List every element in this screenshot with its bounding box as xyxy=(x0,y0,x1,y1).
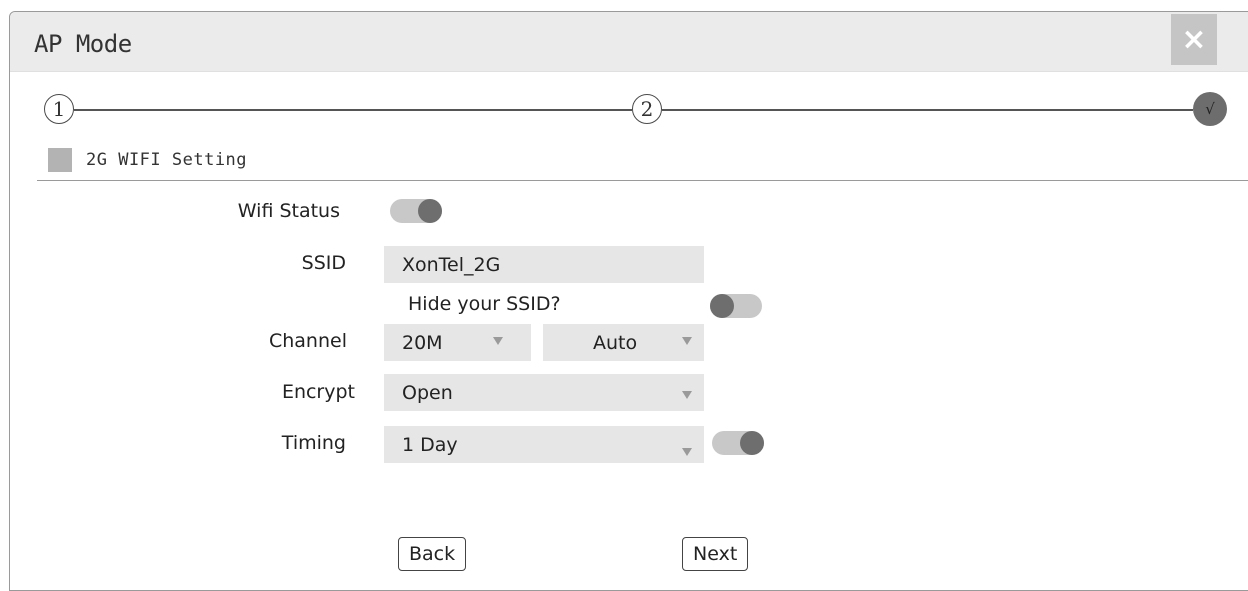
ssid-input[interactable] xyxy=(402,253,704,276)
next-button[interactable]: Next xyxy=(682,537,749,571)
ap-mode-dialog: AP Mode × xyxy=(9,11,1248,591)
section-title: 2G WIFI Setting xyxy=(86,150,248,170)
timing-toggle[interactable] xyxy=(712,431,764,455)
back-button[interactable]: Back xyxy=(398,537,467,571)
dropdown-arrow-icon xyxy=(682,337,692,345)
encrypt-label: Encrypt xyxy=(281,381,355,403)
dialog-title: AP Mode xyxy=(34,30,132,58)
hide-ssid-label: Hide your SSID? xyxy=(408,293,561,315)
encrypt-select[interactable]: Open xyxy=(384,374,704,411)
timing-value: 1 Day xyxy=(402,433,458,456)
section-divider xyxy=(37,180,1248,181)
timing-label: Timing xyxy=(281,432,346,454)
titlebar: AP Mode × xyxy=(10,12,1248,72)
ssid-field-wrap xyxy=(384,246,704,283)
channel-select[interactable]: Auto xyxy=(543,324,704,361)
toggle-knob xyxy=(740,431,764,455)
toggle-knob xyxy=(418,199,442,223)
timing-select[interactable]: 1 Day xyxy=(384,426,704,463)
wifi-status-toggle[interactable] xyxy=(390,199,442,223)
close-button[interactable]: × xyxy=(1171,14,1217,65)
bandwidth-value: 20M xyxy=(402,331,443,354)
close-icon: × xyxy=(1181,22,1207,57)
dropdown-arrow-icon xyxy=(682,448,692,456)
bandwidth-select[interactable]: 20M xyxy=(384,324,531,361)
wifi-status-label: Wifi Status xyxy=(237,200,340,222)
section-marker-icon xyxy=(48,148,72,172)
channel-label: Channel xyxy=(268,330,347,352)
hide-ssid-toggle[interactable] xyxy=(710,294,762,318)
ssid-label: SSID xyxy=(301,252,346,274)
section-header: 2G WIFI Setting xyxy=(48,148,247,172)
toggle-knob xyxy=(710,294,734,318)
dropdown-arrow-icon xyxy=(493,337,503,345)
channel-value: Auto xyxy=(593,331,638,354)
dropdown-arrow-icon xyxy=(682,391,692,399)
encrypt-value: Open xyxy=(402,381,453,404)
